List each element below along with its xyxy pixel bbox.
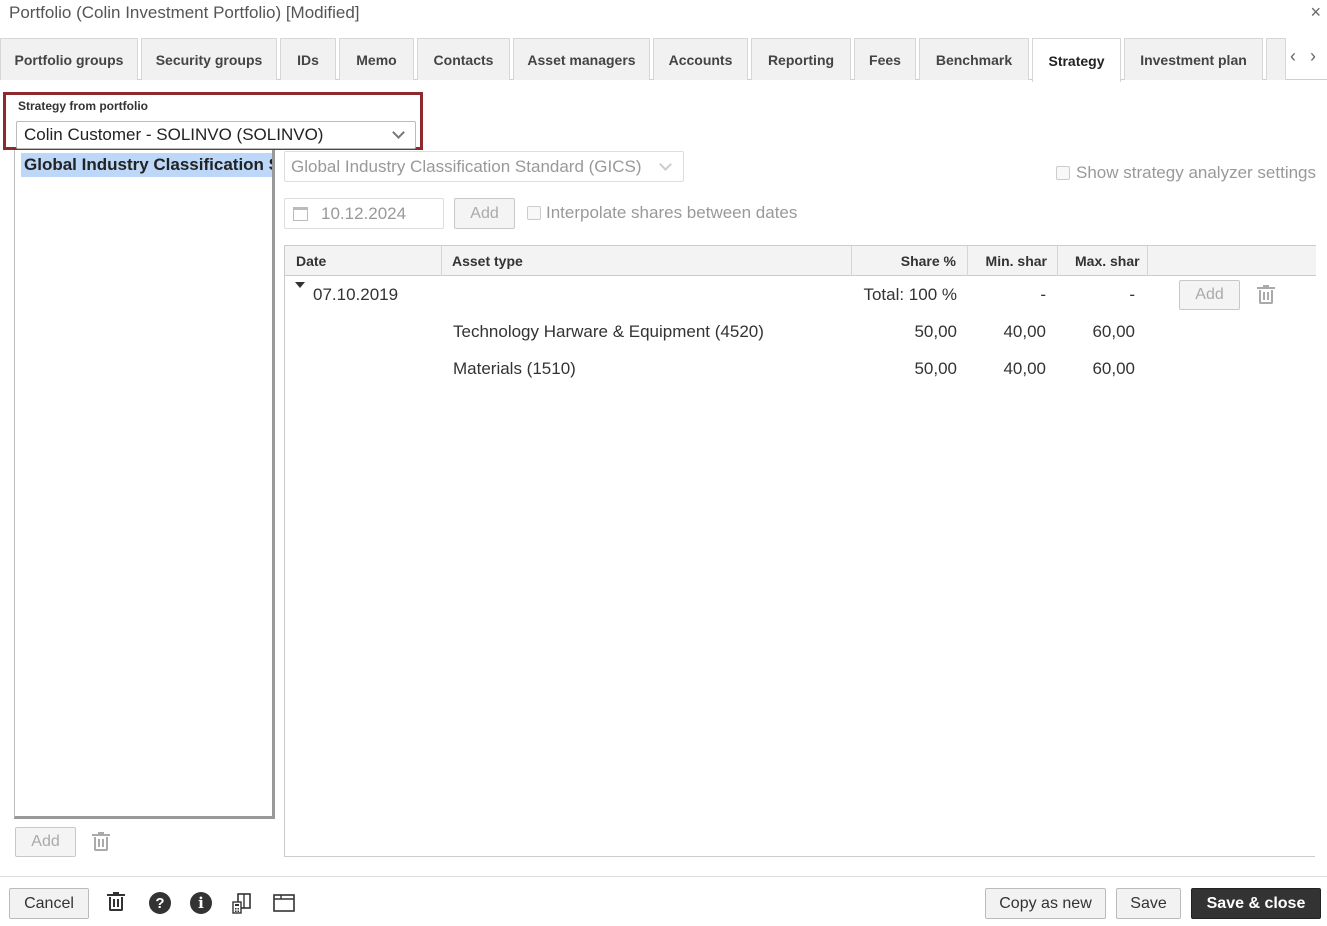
column-min-share[interactable]: Min. shar (968, 246, 1058, 276)
classification-select[interactable]: Global Industry Classification Standard … (284, 151, 684, 182)
tab-benchmark[interactable]: Benchmark (919, 38, 1029, 80)
calendar-icon[interactable] (293, 207, 308, 221)
window-icon[interactable] (273, 894, 295, 912)
list-item[interactable]: Global Industry Classification Standard … (21, 153, 272, 177)
table-header: Date Asset type Share % Min. shar Max. s… (285, 245, 1316, 276)
chevron-down-icon (659, 158, 672, 171)
title-bar: Portfolio (Colin Investment Portfolio) [… (0, 0, 1327, 30)
cancel-button[interactable]: Cancel (9, 888, 89, 919)
asset-type-cell: Materials (1510) (453, 359, 576, 378)
close-icon[interactable]: × (1310, 2, 1321, 23)
column-asset-type[interactable]: Asset type (442, 246, 852, 276)
window-title: Portfolio (Colin Investment Portfolio) [… (9, 3, 360, 22)
share-cell: 50,00 (914, 359, 957, 378)
tab-investment-plan[interactable]: Investment plan (1124, 38, 1263, 80)
save-button[interactable]: Save (1116, 888, 1181, 919)
save-and-close-button[interactable]: Save & close (1191, 888, 1321, 919)
collapse-icon[interactable] (295, 282, 305, 288)
tab-ids[interactable]: IDs (280, 38, 336, 80)
tab-asset-managers[interactable]: Asset managers (513, 38, 650, 80)
tab-fees[interactable]: Fees (854, 38, 916, 80)
tab-security-groups[interactable]: Security groups (141, 38, 277, 80)
delete-row-icon[interactable] (1257, 285, 1275, 304)
max-share-cell: 60,00 (1092, 322, 1135, 341)
min-share-cell: 40,00 (1003, 359, 1046, 378)
group-max: - (1129, 285, 1135, 304)
tab-bar: Portfolio groups Security groups IDs Mem… (0, 36, 1327, 82)
tab-overflow[interactable] (1266, 38, 1286, 80)
tab-contacts[interactable]: Contacts (417, 38, 510, 80)
chevron-down-icon (392, 126, 405, 139)
add-date-button[interactable]: Add (454, 198, 515, 229)
tab-memo[interactable]: Memo (339, 38, 414, 80)
share-cell: 50,00 (914, 322, 957, 341)
column-share[interactable]: Share % (852, 246, 968, 276)
strategy-from-portfolio-value: Colin Customer - SOLINVO (SOLINVO) (24, 125, 324, 144)
strategy-from-portfolio-select[interactable]: Colin Customer - SOLINVO (SOLINVO) (16, 121, 416, 149)
strategy-from-portfolio-panel: Strategy from portfolio Colin Customer -… (3, 92, 423, 150)
tab-portfolio-groups[interactable]: Portfolio groups (0, 38, 138, 80)
interpolate-checkbox[interactable] (527, 206, 541, 220)
group-min: - (1040, 285, 1046, 304)
tab-next-icon[interactable]: › (1310, 46, 1316, 67)
footer-bar: Cancel ? i Copy as new Save Save & close (0, 876, 1327, 926)
strategy-table: Date Asset type Share % Min. shar Max. s… (284, 245, 1316, 857)
classification-value: Global Industry Classification Standard … (291, 157, 642, 176)
tab-prev-icon[interactable]: ‹ (1290, 46, 1296, 67)
show-analyzer-label: Show strategy analyzer settings (1076, 163, 1317, 182)
show-analyzer-checkbox[interactable] (1056, 166, 1070, 180)
delete-icon[interactable] (107, 892, 125, 911)
strategy-from-portfolio-label: Strategy from portfolio (18, 99, 149, 113)
tab-reporting[interactable]: Reporting (751, 38, 851, 80)
date-value: 10.12.2024 (321, 204, 407, 223)
date-field[interactable]: 10.12.2024 (284, 198, 444, 229)
help-icon[interactable]: ? (149, 892, 171, 914)
column-date[interactable]: Date (285, 246, 442, 276)
group-date: 07.10.2019 (313, 285, 399, 304)
column-max-share[interactable]: Max. shar (1058, 246, 1148, 276)
calculator-book-icon[interactable] (232, 892, 252, 914)
asset-type-cell: Technology Harware & Equipment (4520) (453, 322, 764, 341)
tab-strategy[interactable]: Strategy (1032, 38, 1121, 82)
min-share-cell: 40,00 (1003, 322, 1046, 341)
tab-accounts[interactable]: Accounts (653, 38, 748, 80)
group-total: Total: 100 % (863, 285, 957, 304)
add-strategy-button[interactable]: Add (15, 827, 76, 857)
max-share-cell: 60,00 (1092, 359, 1135, 378)
copy-as-new-button[interactable]: Copy as new (985, 888, 1106, 919)
delete-strategy-icon[interactable] (92, 832, 110, 851)
info-icon[interactable]: i (190, 892, 212, 914)
strategy-list[interactable]: Global Industry Classification Standard … (14, 150, 275, 819)
interpolate-label: Interpolate shares between dates (546, 203, 798, 222)
add-row-button[interactable]: Add (1179, 280, 1240, 310)
